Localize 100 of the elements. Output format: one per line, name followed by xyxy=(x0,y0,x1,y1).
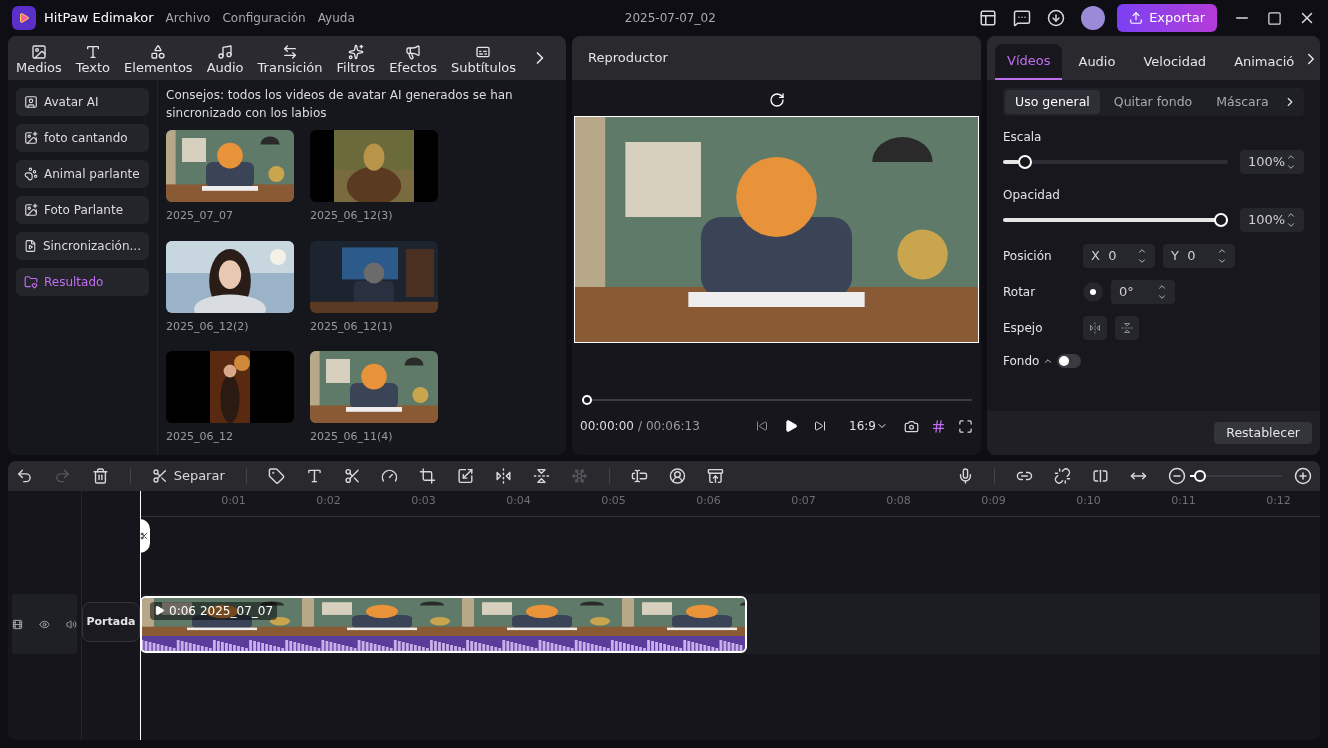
category-icon xyxy=(24,275,38,289)
mirror-label: Espejo xyxy=(1003,320,1044,337)
speed-icon[interactable] xyxy=(381,467,399,485)
progress-track[interactable] xyxy=(581,395,972,405)
rotate-handle-icon[interactable] xyxy=(768,92,785,108)
background-toggle[interactable] xyxy=(1057,354,1082,368)
undo-icon[interactable] xyxy=(16,467,33,485)
number-field[interactable]: 0° xyxy=(1111,280,1175,304)
library-tab[interactable]: Audio xyxy=(206,44,244,76)
scale-label: Escala xyxy=(1003,129,1043,146)
inspector-tab[interactable]: Audio xyxy=(1066,44,1128,80)
slider-thumb[interactable] xyxy=(1017,155,1032,169)
text-icon[interactable] xyxy=(305,467,323,485)
caret-icon[interactable] xyxy=(1043,356,1054,366)
library-tab[interactable]: Efectos xyxy=(389,44,437,76)
tip-text: Consejos: todos los videos de avatar AI generados se han sincronizado con los labios xyxy=(166,87,514,122)
subtab[interactable]: Máscara xyxy=(1206,90,1279,114)
unlink-icon[interactable] xyxy=(1054,467,1072,485)
flip-vertical-button[interactable] xyxy=(1115,316,1139,340)
previous-frame-icon[interactable] xyxy=(755,420,768,432)
zoom-out-icon[interactable] xyxy=(1168,467,1186,485)
category-item[interactable]: Avatar AI xyxy=(16,88,149,116)
export-button[interactable]: Exportar xyxy=(1117,4,1217,32)
cut-icon[interactable] xyxy=(343,467,361,485)
clip-name: 2025_07_07 xyxy=(199,602,274,620)
opacity-label: Opacidad xyxy=(1003,187,1061,204)
avatar-icon[interactable] xyxy=(668,467,686,485)
video-clip[interactable]: 0:06 2025_07_07 xyxy=(140,595,747,653)
speaker-icon[interactable] xyxy=(66,618,77,630)
slider-thumb[interactable] xyxy=(1214,213,1228,227)
playhead-scissors-icon[interactable] xyxy=(140,519,150,553)
flip-icon[interactable] xyxy=(495,467,513,485)
avatar[interactable] xyxy=(1081,6,1106,30)
number-field[interactable]: 100% xyxy=(1240,208,1304,232)
category-item[interactable]: Animal parlante xyxy=(16,160,149,188)
crop-icon[interactable] xyxy=(419,467,437,485)
category-icon xyxy=(24,95,38,109)
delete-icon[interactable] xyxy=(91,467,109,485)
media-label: 2025_06_12(1) xyxy=(310,318,394,335)
category-item[interactable]: Foto Parlante xyxy=(16,196,149,224)
menu-item[interactable]: Archivo xyxy=(165,9,211,27)
subtab[interactable]: Quitar fondo xyxy=(1103,90,1203,114)
library-tab[interactable]: Elementos xyxy=(124,44,193,76)
snapshot-icon[interactable] xyxy=(904,418,919,434)
flip-vertical-icon[interactable] xyxy=(533,467,550,485)
library-tab[interactable]: Transición xyxy=(257,44,323,76)
ruler-time-label: 0:05 xyxy=(600,493,627,509)
background-label: Fondo xyxy=(1003,353,1040,370)
shapes-icon xyxy=(150,44,167,60)
number-field[interactable]: Y 0 xyxy=(1163,244,1235,268)
inspector-tab[interactable]: Animació xyxy=(1222,44,1307,80)
export-box-icon[interactable] xyxy=(706,467,724,485)
category-icon xyxy=(24,203,38,217)
fullscreen-icon[interactable] xyxy=(958,418,973,434)
resize-icon[interactable] xyxy=(457,467,475,485)
download-icon[interactable] xyxy=(1047,9,1066,27)
captions-icon xyxy=(475,44,492,60)
category-item[interactable]: Resultado xyxy=(16,268,149,296)
slider-track[interactable] xyxy=(1003,155,1228,169)
split-button[interactable]: Separar xyxy=(151,466,225,486)
split-clip-icon[interactable] xyxy=(1092,467,1110,485)
zoom-thumb[interactable] xyxy=(1194,470,1206,482)
inspector-tab[interactable]: Vídeos xyxy=(995,44,1063,80)
megaphone-icon xyxy=(405,44,421,60)
play-icon[interactable] xyxy=(783,419,798,433)
library-tab[interactable]: Filtros xyxy=(336,44,376,76)
feedback-icon[interactable] xyxy=(1013,9,1032,27)
number-field[interactable]: 100% xyxy=(1240,150,1304,174)
library-tab[interactable]: Texto xyxy=(75,44,111,76)
media-label: 2025_06_12(2) xyxy=(166,318,250,335)
inspector-tab[interactable]: Velocidad xyxy=(1131,44,1219,80)
number-field[interactable]: X 0 xyxy=(1083,244,1155,268)
library-tab[interactable]: Subtítulos xyxy=(450,44,517,76)
menu-item[interactable]: Ayuda xyxy=(317,9,355,27)
maximize-icon[interactable] xyxy=(1267,10,1282,26)
eye-icon[interactable] xyxy=(39,618,50,630)
zoom-in-icon[interactable] xyxy=(1294,467,1312,485)
category-item[interactable]: foto cantando xyxy=(16,124,149,152)
marker-icon[interactable] xyxy=(267,467,285,485)
category-item[interactable]: Sincronización... xyxy=(16,232,149,260)
subtab[interactable]: Uso general xyxy=(1005,90,1100,114)
text-box-icon[interactable] xyxy=(630,467,648,485)
film-icon[interactable] xyxy=(12,618,23,630)
playhead-thumb[interactable] xyxy=(581,395,592,405)
aspect-dropdown[interactable]: 16:9 xyxy=(849,417,888,435)
flip-horizontal-button[interactable] xyxy=(1083,316,1107,340)
x-value: X 0 xyxy=(1091,247,1117,266)
library-tab[interactable]: Medios xyxy=(16,44,62,76)
slider-track[interactable] xyxy=(1003,213,1228,227)
grid-icon[interactable] xyxy=(931,418,946,434)
next-frame-icon[interactable] xyxy=(813,420,826,432)
rotation-dial[interactable] xyxy=(1083,282,1103,302)
category-icon xyxy=(24,239,37,253)
reset-button[interactable]: Restablecer xyxy=(1214,422,1312,444)
layout-icon[interactable] xyxy=(979,9,998,27)
zoom-track[interactable] xyxy=(1190,470,1282,482)
ruler-time-label: 0:12 xyxy=(1265,493,1292,509)
media-label: 2025_07_07 xyxy=(166,208,234,224)
cover-button[interactable]: Portada xyxy=(82,602,140,642)
menu-item[interactable]: Configuración xyxy=(222,9,306,27)
